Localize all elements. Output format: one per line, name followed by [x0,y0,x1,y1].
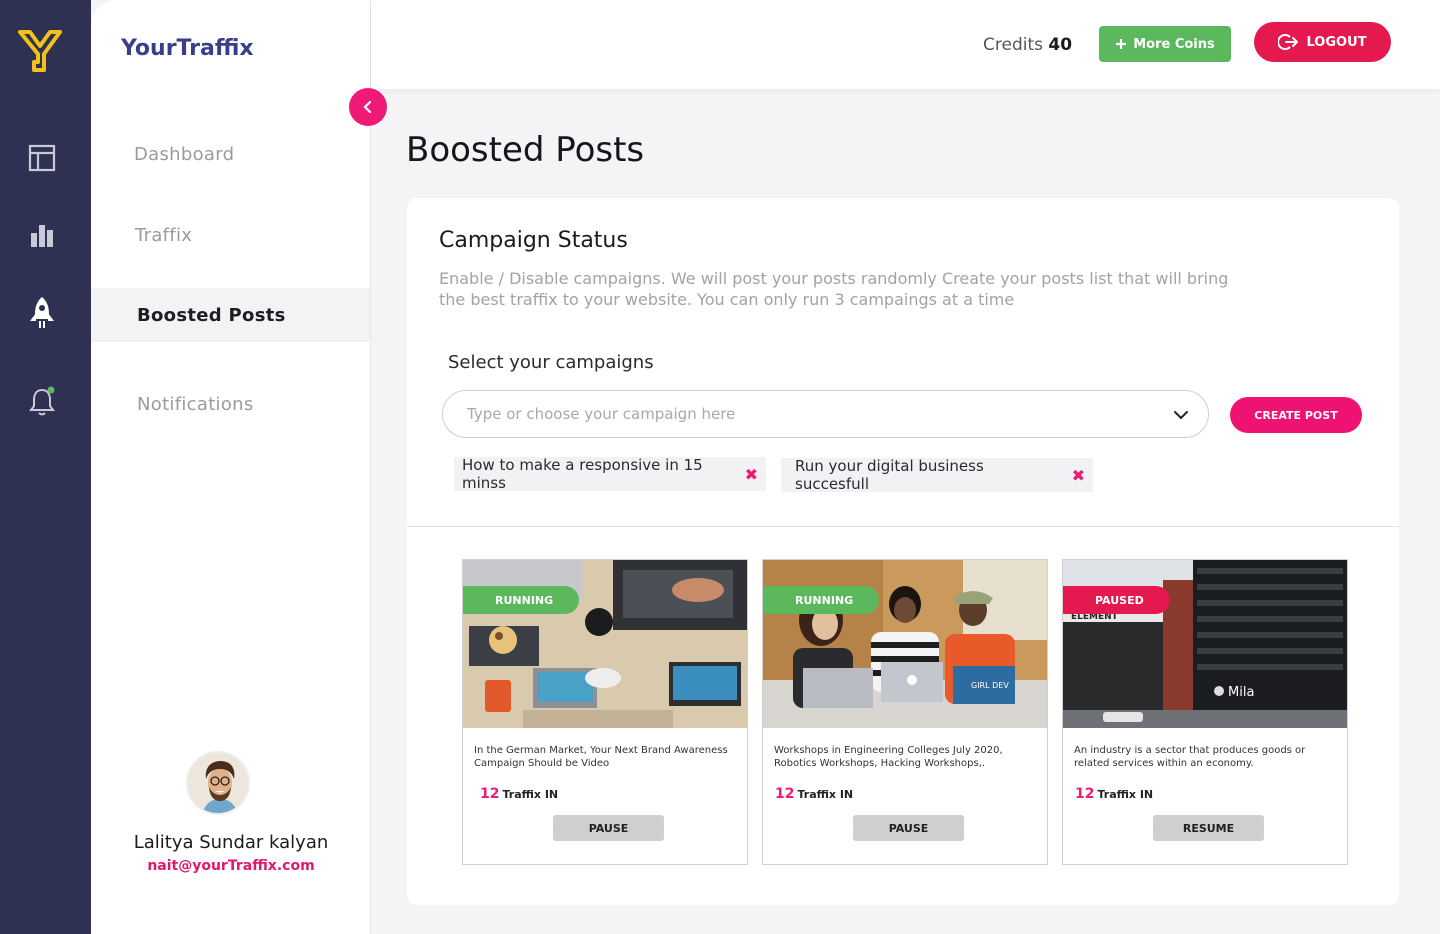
post-text: An industry is a sector that produces go… [1074,745,1306,769]
logout-button[interactable]: LOGOUT [1254,22,1391,62]
icon-rail [0,0,91,934]
campaign-status-title: Campaign Status [439,228,628,253]
post-image: RUNNING [463,560,747,728]
rocket-icon[interactable] [27,297,57,328]
chevron-down-icon[interactable] [1172,406,1190,424]
user-name: Lalitya Sundar kalyan [133,832,329,853]
traffix-count: 12 Traffix IN [480,786,558,802]
logout-label: LOGOUT [1306,34,1367,50]
traffix-number: 12 [1075,786,1095,802]
traffix-number: 12 [775,786,795,802]
credits-label: Credits [983,35,1043,55]
pause-button[interactable]: PAUSE [553,815,664,841]
traffix-count: 12 Traffix IN [1075,786,1153,802]
post-card: GIRL DEV RUNNING Workshops in Engineerin… [762,559,1048,865]
post-image: ELEMENT Mila PAUSED [1063,560,1347,728]
chip-label: How to make a responsive in 15 minss [462,456,703,492]
remove-chip-icon[interactable]: ✖ [745,465,758,484]
traffix-count: 12 Traffix IN [775,786,853,802]
traffix-label: Traffix IN [1097,788,1154,801]
chevron-left-icon [363,100,372,114]
plus-icon [1116,39,1127,49]
post-card: RUNNING In the German Market, Your Next … [462,559,748,865]
y-logo-icon[interactable] [16,26,64,74]
avatar[interactable] [186,751,250,815]
post-text: Workshops in Engineering Colleges July 2… [774,745,1003,769]
status-badge: RUNNING [463,586,580,614]
user-email[interactable]: nait@yourTraffix.com [91,858,371,874]
campaign-search-input[interactable] [467,391,1147,437]
sidebar-item-boosted-posts[interactable]: Boosted Posts [91,288,370,342]
status-badge: PAUSED [1063,586,1170,614]
status-badge: RUNNING [763,586,880,614]
post-text: In the German Market, Your Next Brand Aw… [474,745,728,769]
campaign-description: Enable / Disable campaigns. We will post… [439,269,1229,309]
credits-value: 40 [1048,35,1073,55]
traffix-number: 12 [480,786,500,802]
page-title: Boosted Posts [406,130,645,170]
sidebar-item-traffix[interactable]: Traffix [91,208,370,262]
more-coins-label: More Coins [1133,36,1215,52]
select-campaigns-label: Select your campaigns [448,352,654,373]
campaign-chip: How to make a responsive in 15 minss ✖ [454,456,766,492]
collapse-sidebar-button[interactable] [349,88,387,126]
bar-chart-icon[interactable] [27,220,57,250]
remove-chip-icon[interactable]: ✖ [1072,466,1085,485]
logout-icon [1278,34,1299,50]
post3-sign-mila: Mila [1228,685,1254,700]
traffix-label: Traffix IN [797,788,854,801]
credits-display: Credits 40 [983,35,1072,55]
layout-icon[interactable] [27,143,57,173]
chip-label: Run your digital business succesfull [795,457,984,493]
post-card: ELEMENT Mila PAUSED An industry is a sec… [1062,559,1348,865]
sidebar-item-notifications[interactable]: Notifications [91,377,370,431]
campaign-card: Campaign Status Enable / Disable campaig… [407,198,1399,905]
campaign-select[interactable] [442,390,1209,438]
more-coins-button[interactable]: More Coins [1099,26,1231,62]
post-image: GIRL DEV RUNNING [763,560,1047,728]
traffix-label: Traffix IN [502,788,559,801]
section-divider [407,526,1399,527]
brand-name: YourTraffix [121,36,254,61]
sidebar-item-dashboard[interactable]: Dashboard [91,127,370,181]
top-bar: Credits 40 More Coins LOGOUT [371,0,1440,89]
campaign-chip: Run your digital business succesfull ✖ [781,457,1093,493]
pause-button[interactable]: PAUSE [853,815,964,841]
resume-button[interactable]: RESUME [1153,815,1264,841]
create-post-button[interactable]: CREATE POST [1230,397,1362,433]
bell-icon[interactable] [27,386,57,417]
post2-sticker-text: GIRL DEV [971,681,1009,690]
